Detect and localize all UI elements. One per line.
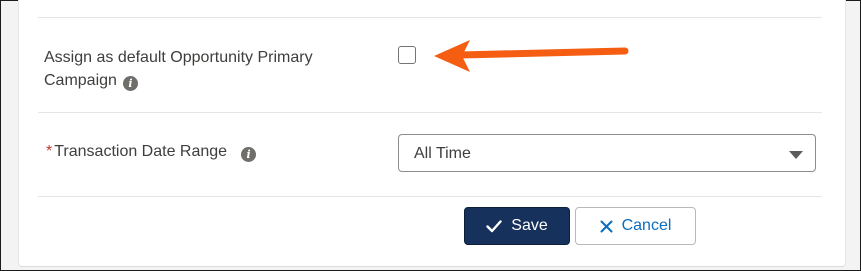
arrow-left-icon (434, 40, 629, 72)
transaction-date-range-select[interactable]: All Time (398, 134, 816, 172)
save-button-label: Save (511, 217, 548, 234)
chevron-down-icon (789, 151, 803, 159)
transaction-date-range-text: Transaction Date Range (54, 143, 228, 160)
save-button[interactable]: Save (464, 207, 570, 245)
required-marker: * (46, 143, 53, 160)
primary-campaign-label-line1: Assign as default Opportunity Primary (44, 49, 313, 66)
check-icon (486, 219, 502, 232)
transaction-date-range-label: * Transaction Date Range i (46, 140, 257, 163)
select-value: All Time (414, 145, 471, 162)
primary-campaign-checkbox[interactable] (398, 46, 416, 64)
cancel-button-label: Cancel (621, 217, 672, 234)
primary-campaign-label: Assign as default Opportunity Primary Ca… (44, 46, 313, 92)
primary-campaign-label-line2-wrap: Campaign i (44, 69, 313, 92)
divider-top (38, 17, 822, 18)
primary-campaign-label-line2: Campaign (44, 72, 117, 89)
info-icon[interactable]: i (122, 76, 138, 91)
cancel-button[interactable]: Cancel (575, 207, 696, 245)
divider-bottom (38, 196, 822, 197)
info-icon[interactable]: i (241, 147, 257, 162)
close-icon (600, 220, 613, 232)
divider-middle (38, 112, 822, 113)
